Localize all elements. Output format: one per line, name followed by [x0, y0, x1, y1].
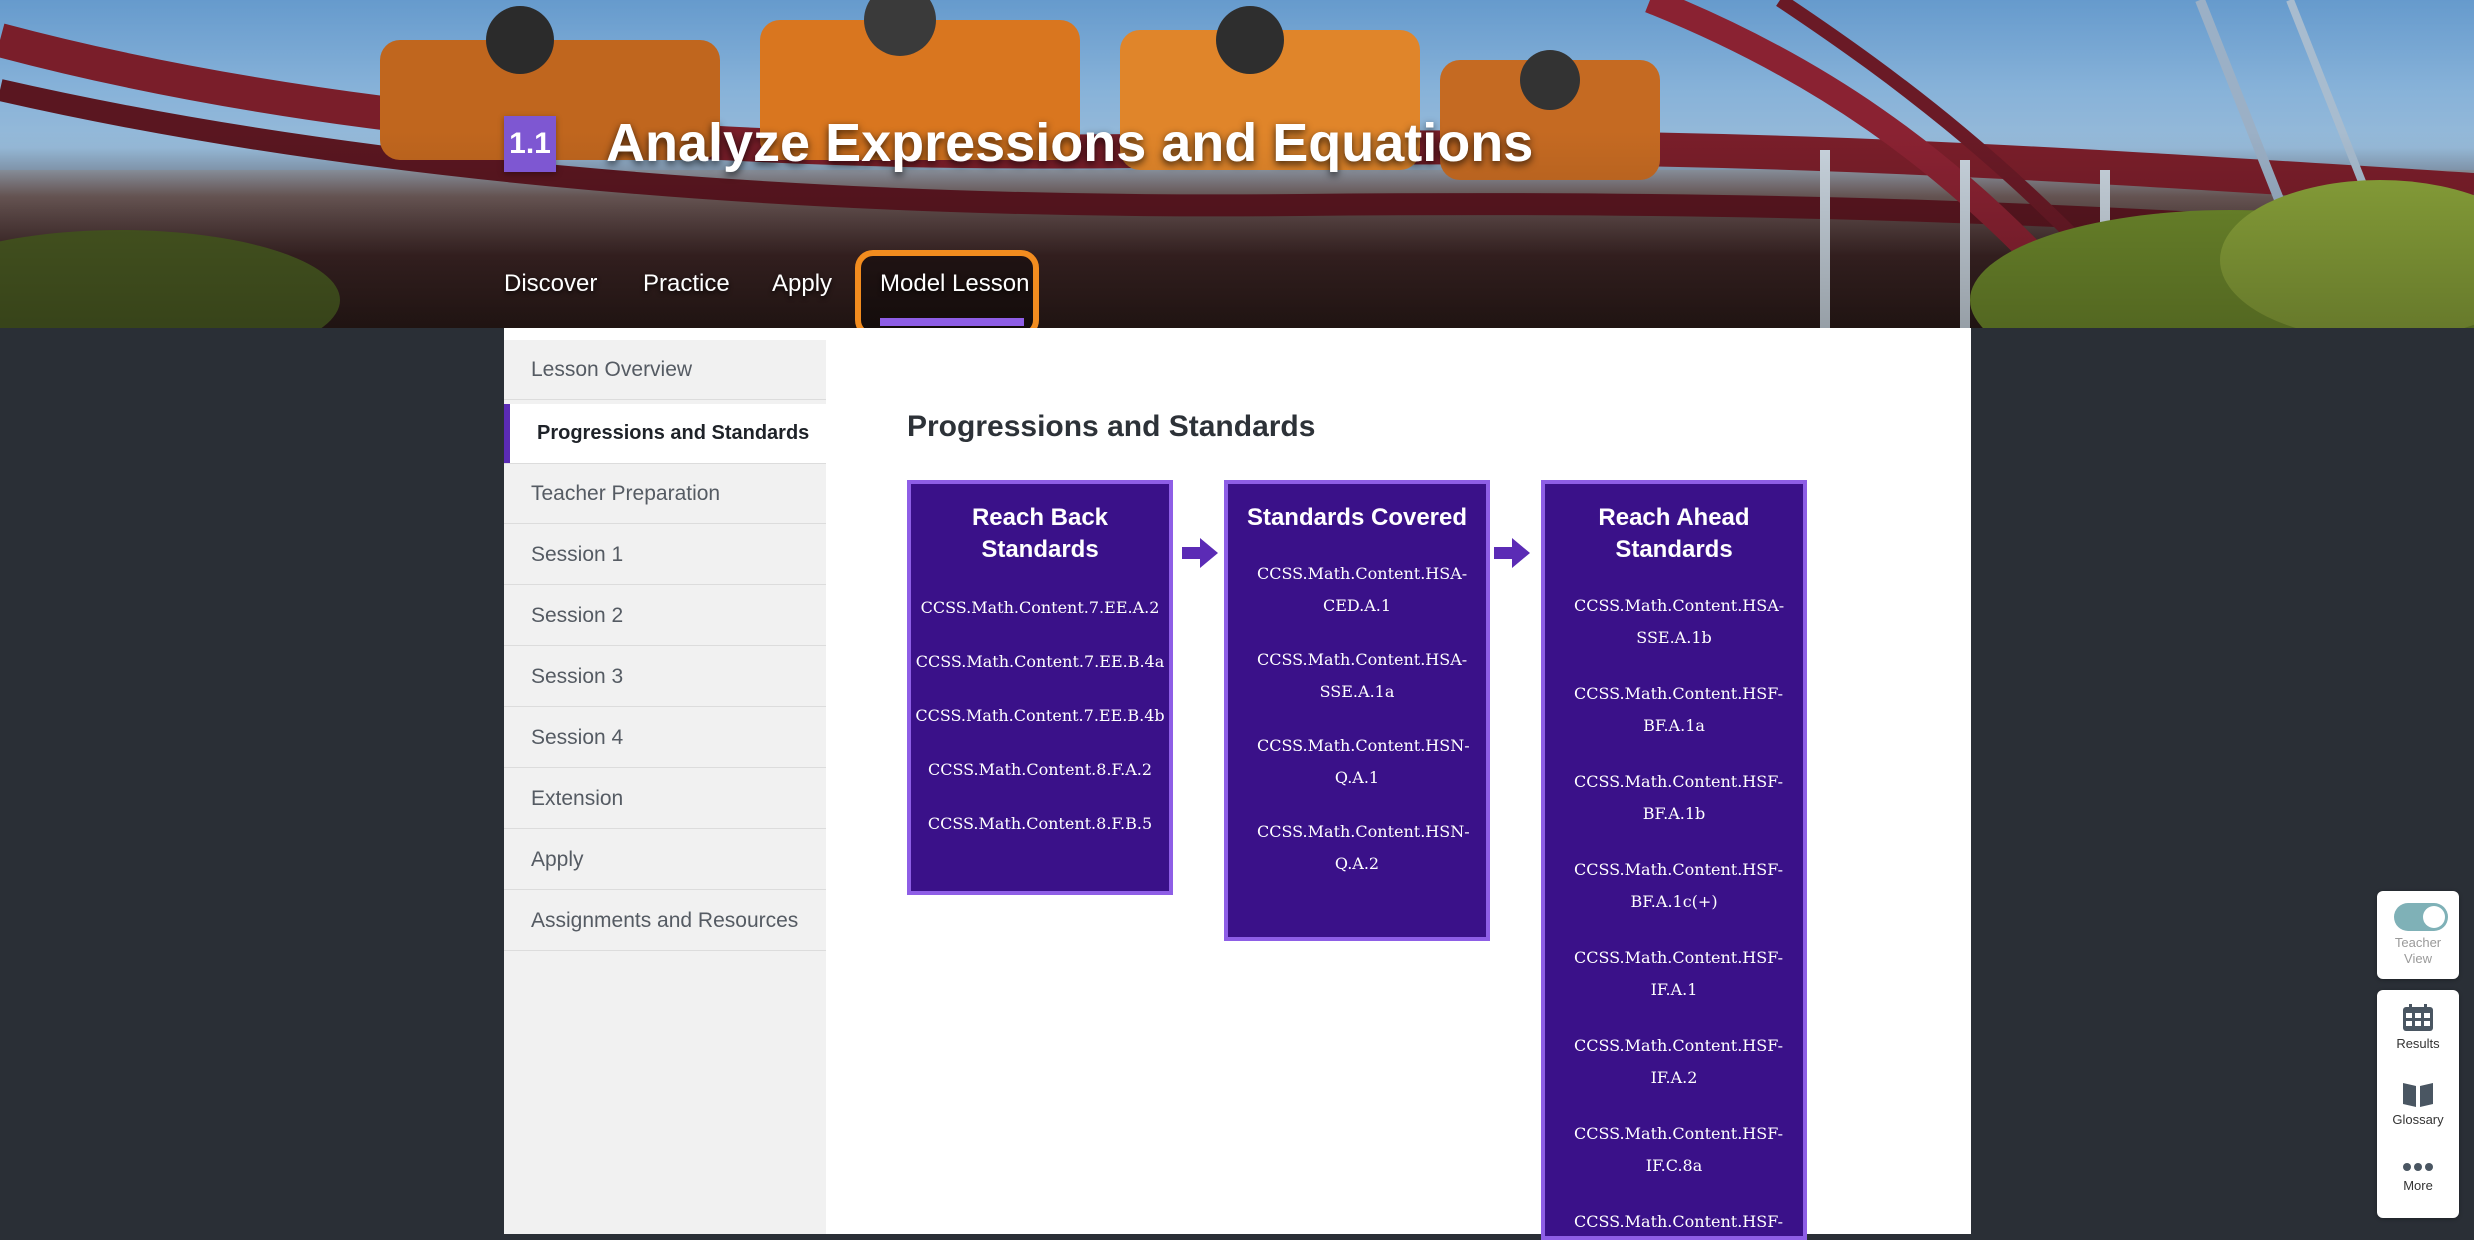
- teacher-view-toggle-card: Teacher View: [2377, 891, 2459, 979]
- sidebar-item-assignments-and-resources[interactable]: Assignments and Resources: [504, 891, 826, 951]
- sidebar-item-label: Progressions and Standards: [537, 422, 810, 444]
- standard-item: CCSS.Math.Content.7.EE.A.2: [920, 598, 1160, 617]
- more-dots-icon: [2403, 1163, 2433, 1171]
- lesson-title: Analyze Expressions and Equations: [606, 113, 1534, 173]
- standard-item: CCSS.Math.Content.HSA-CED.A.1: [1257, 564, 1468, 615]
- tab-model-lesson[interactable]: Model Lesson: [880, 270, 1029, 298]
- standard-item: CCSS.Math.Content.HSF-BF.A.1a: [1574, 684, 1783, 735]
- sidebar-item-label: Session 4: [531, 726, 624, 749]
- tab-discover[interactable]: Discover: [504, 270, 597, 298]
- sidebar-item-session-1[interactable]: Session 1: [504, 525, 826, 585]
- standard-item: CCSS.Math.Content.8.F.B.5: [927, 814, 1153, 833]
- glossary-label: Glossary: [2392, 1112, 2444, 1127]
- sidebar-item-label: Teacher Preparation: [531, 482, 721, 505]
- reach-ahead-title: Reach Ahead Standards: [1579, 502, 1769, 566]
- tools-panel: Results Glossary More: [2377, 990, 2459, 1218]
- standard-item: CCSS.Math.Content.7.EE.B.4a: [915, 652, 1165, 671]
- arrow-right-icon: [1182, 538, 1218, 568]
- tab-apply[interactable]: Apply: [772, 270, 832, 298]
- sidebar-item-lesson-overview[interactable]: Lesson Overview: [504, 340, 826, 400]
- sidebar-item-session-4[interactable]: Session 4: [504, 708, 826, 768]
- toggle-knob: [2423, 906, 2445, 928]
- standard-item: CCSS.Math.Content.HSA-SSE.A.1a: [1257, 650, 1468, 701]
- standard-item: CCSS.Math.Content.HSF-IF.A.1: [1574, 948, 1783, 999]
- reach-back-standards-box: Reach Back Standards CCSS.Math.Content.7…: [907, 480, 1173, 895]
- sidebar-item-session-2[interactable]: Session 2: [504, 586, 826, 646]
- standard-item: CCSS.Math.Content.HSF-IF.C.8a: [1574, 1124, 1783, 1175]
- column-title-text: Reach Back Standards: [971, 504, 1109, 563]
- sidebar-item-label: Apply: [531, 848, 584, 871]
- sidebar-item-label: Extension: [531, 787, 624, 810]
- section-title: Progressions and Standards: [907, 410, 1316, 443]
- standard-item: CCSS.Math.Content.HSF-BF.A.1c(+): [1574, 860, 1783, 911]
- lesson-sidebar: Lesson Overview Progressions and Standar…: [504, 340, 826, 1234]
- sidebar-item-session-3[interactable]: Session 3: [504, 647, 826, 707]
- calendar-grid-icon: [2403, 1004, 2433, 1031]
- standard-item: CCSS.Math.Content.HSF-: [1574, 1212, 1783, 1231]
- reach-back-title: Reach Back Standards: [945, 502, 1135, 566]
- active-tab-underline: [880, 318, 1024, 326]
- sidebar-item-teacher-preparation[interactable]: Teacher Preparation: [504, 464, 826, 524]
- standards-covered-title: Standards Covered: [1228, 502, 1486, 534]
- sidebar-item-label: Assignments and Resources: [531, 909, 799, 932]
- sidebar-item-label: Lesson Overview: [531, 358, 693, 381]
- standard-item: CCSS.Math.Content.7.EE.B.4b: [915, 706, 1165, 725]
- sidebar-item-apply[interactable]: Apply: [504, 830, 826, 890]
- results-label: Results: [2396, 1036, 2440, 1051]
- reach-ahead-standards-box: Reach Ahead Standards CCSS.Math.Content.…: [1541, 480, 1807, 1240]
- sidebar-item-label: Session 1: [531, 543, 624, 566]
- sidebar-item-label: Session 3: [531, 665, 624, 688]
- standard-item: CCSS.Math.Content.8.F.A.2: [927, 760, 1153, 779]
- standard-item: CCSS.Math.Content.HSN-Q.A.2: [1257, 822, 1470, 873]
- arrow-right-icon: [1494, 538, 1530, 568]
- standards-covered-box: Standards Covered CCSS.Math.Content.HSA-…: [1224, 480, 1490, 941]
- book-icon: [2403, 1083, 2433, 1107]
- sidebar-item-label: Session 2: [531, 604, 624, 627]
- lesson-number-badge: 1.1: [504, 116, 556, 172]
- standard-item: CCSS.Math.Content.HSF-IF.A.2: [1574, 1036, 1783, 1087]
- more-label: More: [2403, 1178, 2433, 1193]
- teacher-view-label: Teacher View: [2394, 935, 2442, 966]
- teacher-view-toggle[interactable]: [2394, 903, 2448, 931]
- sidebar-item-extension[interactable]: Extension: [504, 769, 826, 829]
- tab-practice[interactable]: Practice: [643, 270, 730, 298]
- standard-item: CCSS.Math.Content.HSA-SSE.A.1b: [1574, 596, 1785, 647]
- standard-item: CCSS.Math.Content.HSN-Q.A.1: [1257, 736, 1470, 787]
- standard-item: CCSS.Math.Content.HSF-BF.A.1b: [1574, 772, 1783, 823]
- column-title-text: Reach Ahead Standards: [1598, 504, 1750, 563]
- results-button[interactable]: Results: [2377, 1004, 2459, 1051]
- column-title-text: Standards Covered: [1246, 504, 1468, 531]
- sidebar-item-progressions-and-standards[interactable]: Progressions and Standards: [504, 404, 826, 464]
- glossary-button[interactable]: Glossary: [2377, 1080, 2459, 1127]
- more-button[interactable]: More: [2377, 1160, 2459, 1193]
